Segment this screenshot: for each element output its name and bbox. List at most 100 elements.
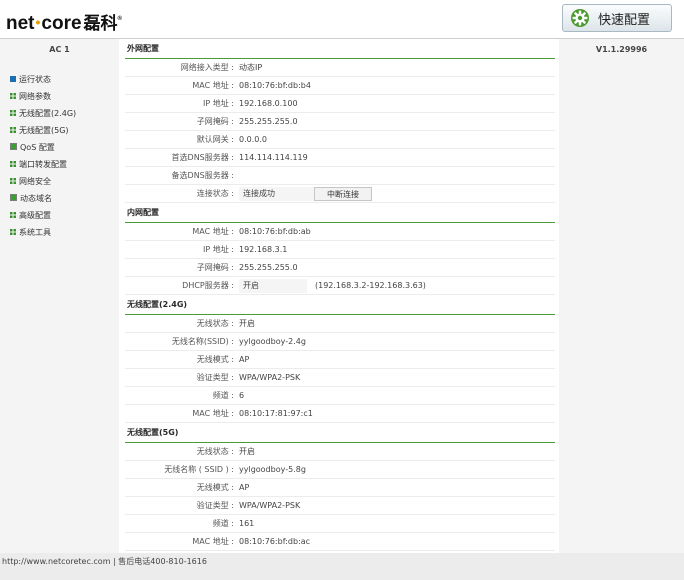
field-label: DHCP服务器 : bbox=[182, 281, 234, 290]
wifi24-row: 无线名称(SSID) : yylgoodboy-2.4g bbox=[125, 333, 555, 351]
sidebar-title: AC 1 bbox=[49, 45, 70, 54]
wan-row: 网络接入类型 : 动态IP bbox=[125, 59, 555, 77]
wifi5-row: 频道 : 161 bbox=[125, 515, 555, 533]
wifi5-row: MAC 地址 : 08:10:76:bf:db:ac bbox=[125, 533, 555, 551]
green-square-icon bbox=[10, 143, 17, 150]
sidebar-item-port-forwarding[interactable]: 端口转发配置 bbox=[0, 156, 119, 173]
field-value: 255.255.255.0 bbox=[239, 263, 298, 272]
field-value: 0.0.0.0 bbox=[239, 135, 267, 144]
footer: http://www.netcoretec.com | 售后电话400-810-… bbox=[0, 553, 684, 580]
connection-status-value: 连接成功 bbox=[239, 187, 315, 201]
field-value: yylgoodboy-2.4g bbox=[239, 337, 306, 346]
wifi24-row: 无线模式 : AP bbox=[125, 351, 555, 369]
field-label: 频道 : bbox=[212, 391, 234, 400]
lan-row: IP 地址 : 192.168.3.1 bbox=[125, 241, 555, 259]
sidebar-item-network[interactable]: 网络参数 bbox=[0, 88, 119, 105]
footer-contact: http://www.netcoretec.com | 售后电话400-810-… bbox=[2, 557, 207, 566]
wifi24-row: 频道 : 6 bbox=[125, 387, 555, 405]
wan-status-row: 连接状态 : 连接成功 中断连接 bbox=[125, 185, 555, 203]
field-label: 验证类型 : bbox=[196, 501, 234, 510]
sidebar-item-label: QoS 配置 bbox=[20, 143, 55, 152]
dhcp-range: (192.168.3.2-192.168.3.63) bbox=[315, 281, 426, 290]
field-label: 默认网关 : bbox=[196, 135, 234, 144]
sidebar: AC 1 运行状态 网络参数 无线配置(2.4G) 无线配置(5G) QoS 配… bbox=[0, 39, 119, 553]
wan-row: 首选DNS服务器 : 114.114.114.119 bbox=[125, 149, 555, 167]
field-value: WPA/WPA2-PSK bbox=[239, 373, 301, 382]
field-label: 连接状态 : bbox=[196, 189, 234, 198]
green-square-icon bbox=[10, 194, 17, 201]
field-label: MAC 地址 : bbox=[192, 227, 234, 236]
sidebar-item-label: 高级配置 bbox=[19, 211, 51, 220]
square-icon bbox=[10, 76, 16, 82]
main-content: 外网配置 网络接入类型 : 动态IP MAC 地址 : 08:10:76:bf:db… bbox=[119, 39, 559, 553]
field-label: 首选DNS服务器 : bbox=[171, 153, 234, 162]
sidebar-item-label: 无线配置(5G) bbox=[19, 126, 69, 135]
field-value: 6 bbox=[239, 391, 245, 400]
field-label: 子网掩码 : bbox=[196, 117, 234, 126]
field-value: 08:10:17:81:97:c1 bbox=[239, 409, 313, 418]
netcore-logo: net•core 磊科® bbox=[6, 13, 122, 34]
sidebar-item-label: 端口转发配置 bbox=[19, 160, 67, 169]
grid-icon bbox=[10, 178, 16, 184]
field-label: IP 地址 : bbox=[203, 245, 234, 254]
wifi5-row: 无线模式 : AP bbox=[125, 479, 555, 497]
sidebar-item-label: 动态域名 bbox=[20, 194, 52, 203]
grid-icon bbox=[10, 93, 16, 99]
wifi24-row: 验证类型 : WPA/WPA2-PSK bbox=[125, 369, 555, 387]
lan-section-title: 内网配置 bbox=[125, 205, 555, 223]
sidebar-item-security[interactable]: 网络安全 bbox=[0, 173, 119, 190]
sidebar-item-system-tools[interactable]: 系统工具 bbox=[0, 224, 119, 241]
field-value: 114.114.114.119 bbox=[239, 153, 308, 162]
field-value: 开启 bbox=[239, 319, 255, 328]
sidebar-item-qos[interactable]: QoS 配置 bbox=[0, 139, 119, 156]
disconnect-button[interactable]: 中断连接 bbox=[314, 187, 372, 201]
grid-icon bbox=[10, 110, 16, 116]
lan-dhcp-row: DHCP服务器 : 开启 (192.168.3.2-192.168.3.63) bbox=[125, 277, 555, 295]
field-label: 无线模式 : bbox=[196, 355, 234, 364]
field-value: 161 bbox=[239, 519, 255, 528]
field-value: AP bbox=[239, 355, 250, 364]
wifi24-section-title: 无线配置(2.4G) bbox=[125, 297, 555, 315]
wifi5-row: 无线状态 : 开启 bbox=[125, 443, 555, 461]
sidebar-item-wireless-5g[interactable]: 无线配置(5G) bbox=[0, 122, 119, 139]
field-label: 频道 : bbox=[212, 519, 234, 528]
wan-row: MAC 地址 : 08:10:76:bf:db:b4 bbox=[125, 77, 555, 95]
sidebar-item-label: 无线配置(2.4G) bbox=[19, 109, 77, 118]
sidebar-item-advanced[interactable]: 高级配置 bbox=[0, 207, 119, 224]
field-label: 无线状态 : bbox=[196, 447, 234, 456]
quick-config-label: 快速配置 bbox=[598, 12, 651, 28]
field-value: 255.255.255.0 bbox=[239, 117, 298, 126]
field-value: AP bbox=[239, 483, 250, 492]
field-label: 无线名称(SSID) : bbox=[171, 337, 234, 346]
firmware-version: V1.1.29996 bbox=[595, 45, 648, 54]
wifi5-row: 验证类型 : WPA/WPA2-PSK bbox=[125, 497, 555, 515]
field-value: 08:10:76:bf:db:ab bbox=[239, 227, 311, 236]
field-value: 192.168.0.100 bbox=[239, 99, 298, 108]
field-value: WPA/WPA2-PSK bbox=[239, 501, 301, 510]
field-label: 无线模式 : bbox=[196, 483, 234, 492]
field-value: 192.168.3.1 bbox=[239, 245, 288, 254]
sidebar-item-wireless-24g[interactable]: 无线配置(2.4G) bbox=[0, 105, 119, 122]
field-label: 无线状态 : bbox=[196, 319, 234, 328]
sidebar-item-label: 网络安全 bbox=[19, 177, 51, 186]
lan-row: 子网掩码 : 255.255.255.0 bbox=[125, 259, 555, 277]
sidebar-item-status[interactable]: 运行状态 bbox=[0, 71, 119, 88]
field-label: 子网掩码 : bbox=[196, 263, 234, 272]
field-label: 网络接入类型 : bbox=[180, 63, 234, 72]
sidebar-item-ddns[interactable]: 动态域名 bbox=[0, 190, 119, 207]
wifi24-row: 无线状态 : 开启 bbox=[125, 315, 555, 333]
sidebar-item-label: 网络参数 bbox=[19, 92, 51, 101]
wan-section-title: 外网配置 bbox=[125, 41, 555, 59]
grid-icon bbox=[10, 161, 16, 167]
dhcp-status-value: 开启 bbox=[239, 279, 307, 293]
field-value: 08:10:76:bf:db:ac bbox=[239, 537, 311, 546]
field-label: 验证类型 : bbox=[196, 373, 234, 382]
quick-config-button[interactable]: 快速配置 bbox=[562, 4, 672, 32]
field-label: 无线名称 ( SSID ) : bbox=[164, 465, 234, 474]
header: net•core 磊科® 快速配置 bbox=[0, 0, 684, 38]
wifi24-row: MAC 地址 : 08:10:17:81:97:c1 bbox=[125, 405, 555, 423]
lan-row: MAC 地址 : 08:10:76:bf:db:ab bbox=[125, 223, 555, 241]
field-value: yylgoodboy-5.8g bbox=[239, 465, 306, 474]
field-label: 备选DNS服务器 : bbox=[171, 171, 234, 180]
version-panel: V1.1.29996 bbox=[559, 39, 684, 553]
